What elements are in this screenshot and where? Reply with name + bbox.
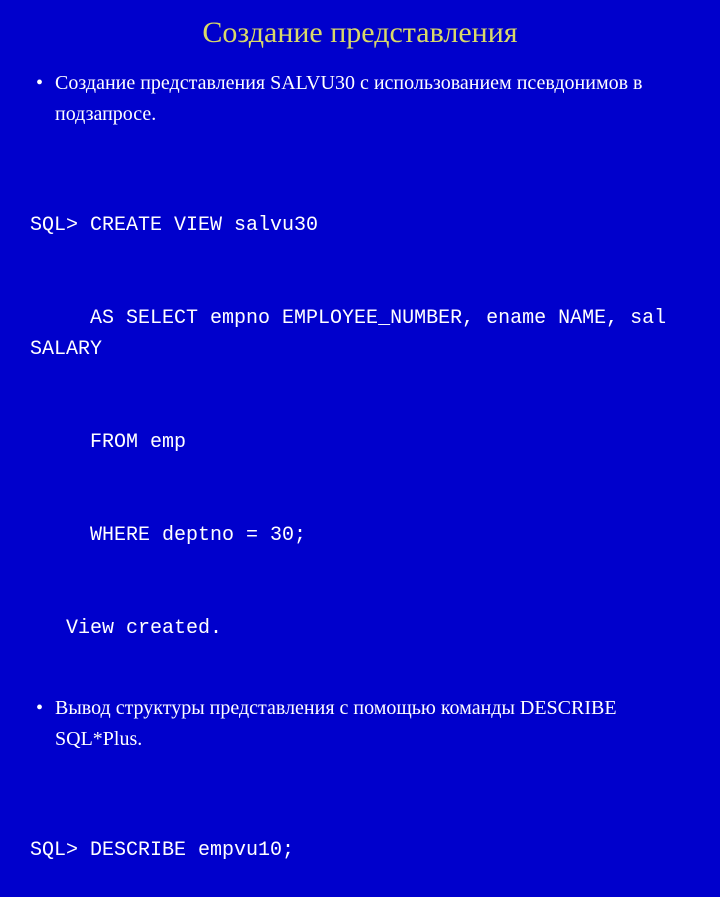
bullet-text: Вывод структуры представления с помощью …	[55, 693, 690, 755]
bullet-item: • Создание представления SALVU30 с испол…	[30, 68, 690, 130]
code-line: SQL> CREATE VIEW salvu30	[30, 210, 690, 241]
code-result: View created.	[30, 613, 690, 644]
code-line: WHERE deptno = 30;	[30, 520, 690, 551]
code-line: SQL> DESCRIBE empvu10;	[30, 835, 690, 866]
code-block-describe: SQL> DESCRIBE empvu10;	[30, 773, 690, 897]
bullet-text: Создание представления SALVU30 с использ…	[55, 68, 690, 130]
bullet-dot-icon: •	[36, 693, 43, 724]
slide-title: Создание представления	[30, 16, 690, 50]
bullet-item: • Вывод структуры представления с помощь…	[30, 693, 690, 755]
code-line: FROM emp	[30, 427, 690, 458]
bullet-dot-icon: •	[36, 68, 43, 99]
code-block-create-view: SQL> CREATE VIEW salvu30 AS SELECT empno…	[30, 148, 690, 675]
code-line: AS SELECT empno EMPLOYEE_NUMBER, ename N…	[30, 303, 690, 365]
